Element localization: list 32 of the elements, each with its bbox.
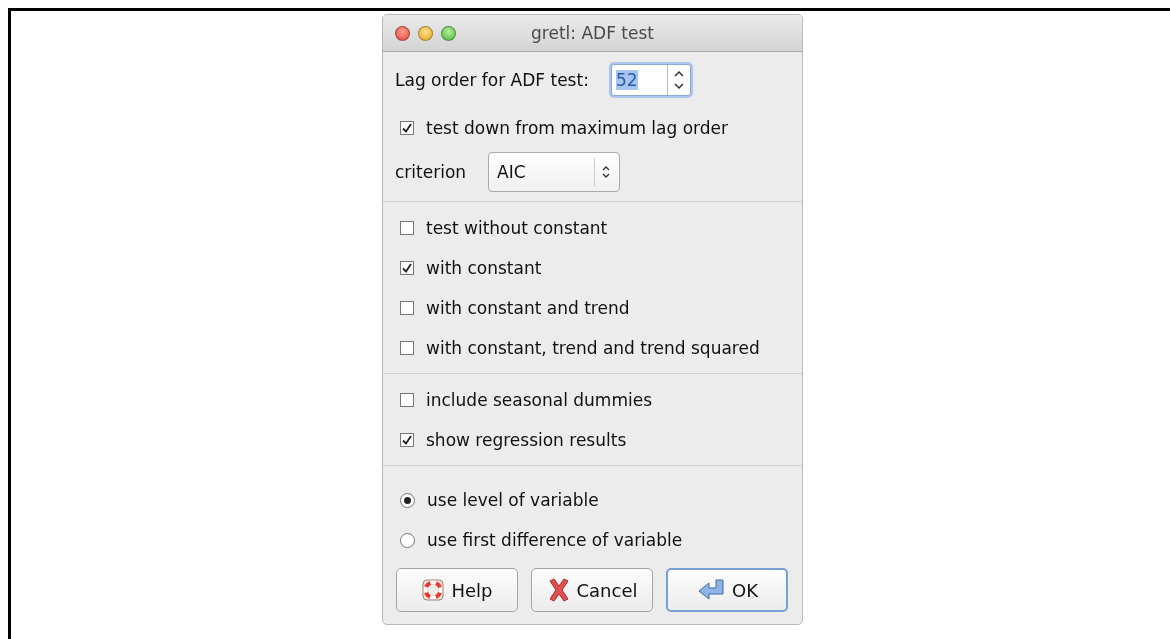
checkbox-label: test down from maximum lag order bbox=[426, 118, 728, 138]
checkbox-label: test without constant bbox=[426, 218, 608, 238]
return-arrow-icon bbox=[696, 578, 726, 602]
checkbox[interactable] bbox=[400, 341, 414, 355]
ok-button[interactable]: OK bbox=[666, 568, 788, 612]
radio-label: use first difference of variable bbox=[427, 530, 683, 550]
lifebuoy-icon bbox=[421, 578, 446, 602]
radio-button[interactable] bbox=[400, 492, 415, 508]
checkbox-label: with constant and trend bbox=[426, 298, 630, 318]
checkbox[interactable] bbox=[400, 301, 414, 315]
up-down-arrows-icon bbox=[601, 164, 612, 180]
criterion-dropdown[interactable]: AIC bbox=[488, 152, 621, 192]
checkbox-label: with constant, trend and trend squared bbox=[426, 338, 760, 358]
close-icon[interactable] bbox=[395, 25, 410, 41]
help-button[interactable]: Help bbox=[396, 568, 518, 612]
checkbox-label: include seasonal dummies bbox=[426, 390, 653, 410]
checkbox[interactable] bbox=[400, 393, 414, 407]
checkbox-label: show regression results bbox=[426, 430, 627, 450]
cancel-button[interactable]: Cancel bbox=[531, 568, 653, 612]
checkbox-label: with constant bbox=[426, 258, 542, 278]
window-title: gretl: ADF test bbox=[531, 23, 654, 43]
radio-label: use level of variable bbox=[427, 490, 599, 510]
criterion-label: criterion bbox=[395, 162, 467, 182]
checkbox[interactable] bbox=[400, 261, 414, 275]
checkbox[interactable] bbox=[400, 221, 414, 235]
checkbox[interactable] bbox=[400, 121, 414, 135]
lag-order-label: Lag order for ADF test: bbox=[395, 70, 589, 90]
checkbox[interactable] bbox=[400, 433, 414, 447]
minimize-icon[interactable] bbox=[418, 25, 433, 41]
radio-button[interactable] bbox=[400, 532, 415, 548]
lag-order-spinner[interactable]: 52 bbox=[610, 64, 691, 96]
zoom-icon[interactable] bbox=[441, 25, 456, 41]
